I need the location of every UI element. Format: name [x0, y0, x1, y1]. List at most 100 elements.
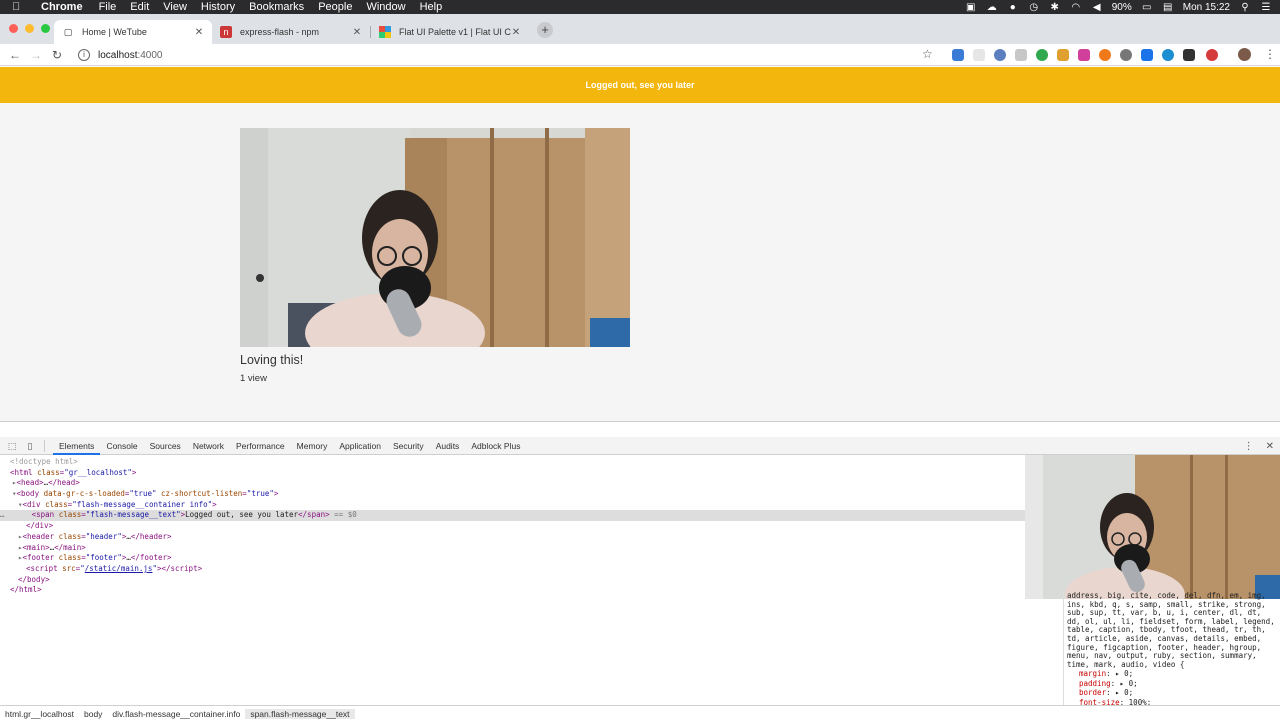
battery-icon[interactable]: ▭	[1141, 2, 1153, 12]
menu-people[interactable]: People	[311, 1, 359, 13]
devtools-panel: ⬚ ▯ Elements Console Sources Network Per…	[0, 421, 1280, 720]
dom-node[interactable]: ▾<div class="flash-message__container in…	[0, 500, 1025, 511]
close-window-button[interactable]	[9, 24, 18, 33]
new-tab-button[interactable]: +	[537, 22, 553, 38]
menu-edit[interactable]: Edit	[123, 1, 156, 13]
menubar-clock[interactable]: Mon 15:22	[1183, 2, 1230, 13]
screen-record-icon[interactable]: ▣	[965, 2, 977, 12]
site-info-icon[interactable]: i	[78, 49, 90, 61]
breadcrumb-div[interactable]: div.flash-message__container.info	[107, 709, 245, 719]
devtools-tab-memory[interactable]: Memory	[291, 437, 334, 455]
minimize-window-button[interactable]	[25, 24, 34, 33]
devtools-tab-network[interactable]: Network	[187, 437, 230, 455]
devtools-tab-application[interactable]: Application	[333, 437, 387, 455]
menu-view[interactable]: View	[156, 1, 194, 13]
devtools-menu-icon[interactable]: ⋮	[1244, 441, 1254, 452]
zoom-window-button[interactable]	[41, 24, 50, 33]
video-title[interactable]: Loving this!	[240, 353, 303, 367]
tab-express-flash[interactable]: n express-flash - npm ✕	[212, 20, 370, 44]
device-toolbar-icon[interactable]: ▯	[24, 440, 36, 452]
css-property[interactable]: padding: ▸ 0;	[1067, 679, 1280, 688]
close-tab-icon[interactable]: ✕	[352, 27, 362, 38]
extension-icon[interactable]	[1141, 49, 1153, 61]
dom-node[interactable]: ▾<body data-gr-c-s-loaded="true" cz-shor…	[0, 489, 1025, 500]
dom-node[interactable]: <!doctype html>	[0, 457, 1025, 468]
dom-node[interactable]: </body>	[0, 575, 1025, 586]
extension-icon[interactable]	[1120, 49, 1132, 61]
user-switch-icon[interactable]: ▤	[1162, 2, 1174, 12]
breadcrumb-html[interactable]: html.gr__localhost	[0, 709, 79, 719]
dom-node[interactable]: <script src="/static/main.js"></script>	[0, 564, 1025, 575]
devtools-tab-security[interactable]: Security	[387, 437, 430, 455]
dom-node[interactable]: ▸<head>…</head>	[0, 478, 1025, 489]
cloud-icon[interactable]: ☁	[986, 2, 998, 12]
dom-node[interactable]: ▸<footer class="footer">…</footer>	[0, 553, 1025, 564]
menu-file[interactable]: File	[92, 1, 124, 13]
dom-node[interactable]: <html class="gr__localhost">	[0, 468, 1025, 479]
devtools-tab-sources[interactable]: Sources	[144, 437, 187, 455]
css-property[interactable]: border: ▸ 0;	[1067, 688, 1280, 697]
evernote-icon[interactable]: ●	[1007, 2, 1019, 12]
adblock-icon[interactable]	[1206, 49, 1218, 61]
extension-icon[interactable]	[1099, 49, 1111, 61]
menu-bookmarks[interactable]: Bookmarks	[242, 1, 311, 13]
volume-icon[interactable]: ◀	[1091, 2, 1103, 12]
close-tab-icon[interactable]: ✕	[511, 27, 521, 38]
wifi-icon[interactable]: ◠	[1070, 2, 1082, 12]
menu-window[interactable]: Window	[359, 1, 412, 13]
address-url[interactable]: localhost:4000	[98, 50, 163, 61]
extension-icon[interactable]	[994, 49, 1006, 61]
toolbar-divider	[44, 439, 45, 452]
bookmark-star-icon[interactable]: ☆	[922, 47, 933, 61]
profile-avatar[interactable]	[1238, 48, 1251, 61]
extension-icon[interactable]	[1183, 49, 1195, 61]
browser-toolbar: ← → ↻ i localhost:4000 ☆ ⋮	[0, 44, 1280, 66]
dom-tree: <!doctype html> <html class="gr__localho…	[0, 457, 1025, 705]
devtools-tab-performance[interactable]: Performance	[230, 437, 291, 455]
breadcrumb-body[interactable]: body	[79, 709, 107, 719]
close-tab-icon[interactable]: ✕	[194, 27, 204, 38]
browser-menu-icon[interactable]: ⋮	[1264, 47, 1276, 61]
extension-icon[interactable]	[1078, 49, 1090, 61]
extension-icon[interactable]	[1162, 49, 1174, 61]
spotlight-search-icon[interactable]: ⚲	[1239, 2, 1251, 12]
dom-node-selected[interactable]: … <span class="flash-message__text">Logg…	[0, 510, 1025, 522]
extension-icon[interactable]	[1036, 49, 1048, 61]
dom-node[interactable]: ▸<header class="header">…</header>	[0, 532, 1025, 543]
address-bar[interactable]: i localhost:4000	[72, 45, 942, 65]
time-machine-icon[interactable]: ◷	[1028, 2, 1040, 12]
dom-node[interactable]: </html>	[0, 585, 1025, 596]
extension-icon[interactable]	[952, 49, 964, 61]
css-selector-list[interactable]: address, big, cite, code, del, dfn, em, …	[1067, 591, 1279, 669]
css-property[interactable]: margin: ▸ 0;	[1067, 669, 1280, 678]
close-devtools-icon[interactable]: ✕	[1266, 441, 1274, 452]
tab-title: express-flash - npm	[240, 27, 320, 37]
devtools-tab-elements[interactable]: Elements	[53, 437, 101, 455]
status-menus: ▣ ☁ ● ◷ ✱ ◠ ◀ 90% ▭ ▤ Mon 15:22 ⚲ ☰	[965, 0, 1272, 14]
inspect-element-icon[interactable]: ⬚	[6, 440, 18, 452]
browser-tab-strip: ▢ Home | WeTube ✕ n express-flash - npm …	[0, 14, 1280, 44]
reload-icon[interactable]: ↻	[50, 47, 64, 63]
video-thumbnail[interactable]	[240, 128, 630, 347]
forward-arrow-icon[interactable]: →	[29, 47, 43, 63]
dom-node[interactable]: ▸<main>…</main>	[0, 543, 1025, 554]
battery-percent: 90%	[1111, 1, 1132, 13]
extension-icon[interactable]	[1015, 49, 1027, 61]
menu-help[interactable]: Help	[413, 1, 450, 13]
tab-home-wetube[interactable]: ▢ Home | WeTube ✕	[54, 20, 212, 44]
dom-node[interactable]: </div>	[0, 521, 1025, 532]
back-arrow-icon[interactable]: ←	[8, 47, 22, 63]
tab-flat-ui-palette[interactable]: Flat UI Palette v1 | Flat UI C ✕	[371, 20, 529, 44]
devtools-tab-console[interactable]: Console	[100, 437, 143, 455]
menu-app-name[interactable]: Chrome	[34, 1, 92, 13]
breadcrumb-span[interactable]: span.flash-message__text	[245, 708, 355, 719]
extension-icon[interactable]	[1057, 49, 1069, 61]
devtools-tab-adblock-plus[interactable]: Adblock Plus	[465, 437, 526, 455]
bluetooth-icon[interactable]: ✱	[1049, 2, 1061, 12]
notification-center-icon[interactable]: ☰	[1260, 2, 1272, 12]
devtools-tab-audits[interactable]: Audits	[430, 437, 466, 455]
flash-message-text: Logged out, see you later	[585, 80, 695, 90]
apple-icon[interactable]: 	[12, 1, 26, 13]
extension-icon[interactable]	[973, 49, 985, 61]
menu-history[interactable]: History	[194, 1, 242, 13]
